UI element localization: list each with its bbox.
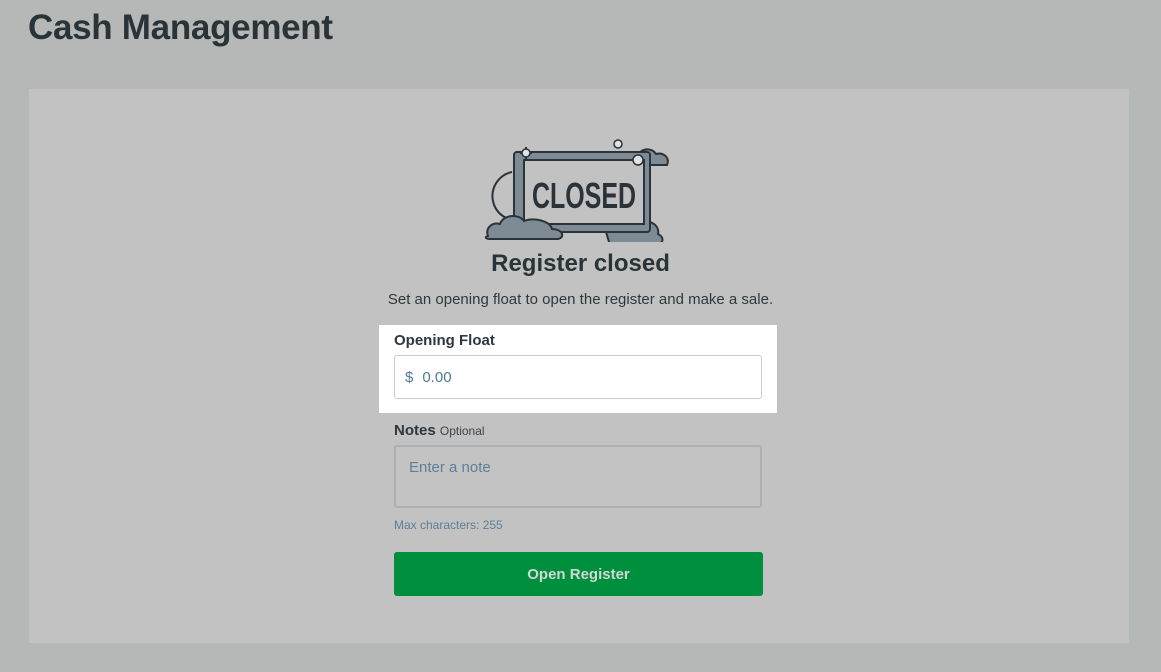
notes-label: Notes [394, 422, 436, 439]
page-title: Cash Management [28, 8, 333, 47]
open-register-button[interactable]: Open Register [394, 552, 763, 596]
notes-textarea[interactable]: Enter a note [394, 445, 762, 508]
opening-float-input[interactable]: $ 0.00 [394, 355, 762, 399]
notes-label-group: Notes Optional [394, 422, 485, 439]
notes-max-characters: Max characters: 255 [394, 518, 503, 532]
register-status-description: Set an opening float to open the registe… [387, 291, 774, 308]
currency-symbol: $ [405, 368, 414, 386]
notes-placeholder: Enter a note [409, 459, 491, 476]
opening-float-placeholder: 0.00 [422, 368, 452, 386]
sign-text: CLOSED [532, 175, 636, 216]
notes-optional-label: Optional [439, 424, 485, 438]
register-status-heading: Register closed [491, 250, 670, 277]
opening-float-label: Opening Float [394, 332, 495, 349]
closed-sign-icon: CLOSED [484, 139, 669, 242]
